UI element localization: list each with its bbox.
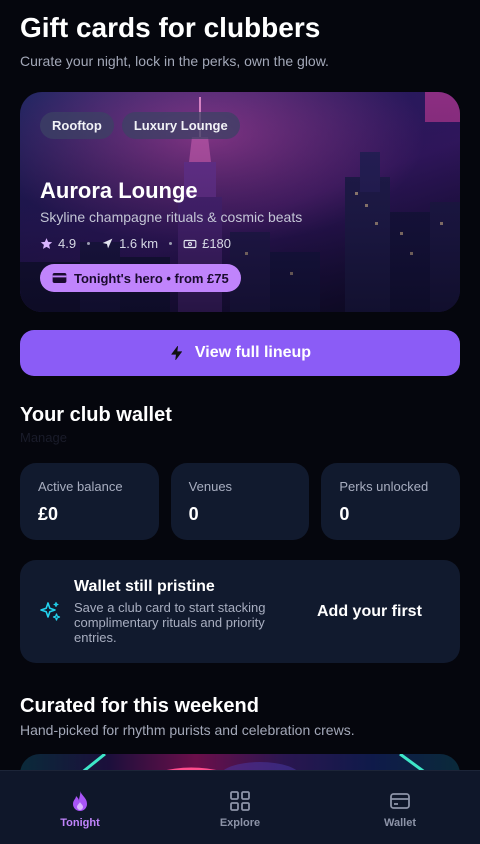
stat-value: £0	[38, 504, 59, 524]
tag-rooftop: Rooftop	[40, 112, 114, 139]
price-value: £180	[202, 236, 232, 251]
venue-tags: Rooftop Luxury Lounge	[40, 112, 240, 139]
header: Gift cards for clubbers Curate your nigh…	[20, 12, 460, 69]
curated-section-title: Curated for this weekend	[20, 695, 259, 717]
separator-dot	[169, 242, 173, 245]
card-icon	[52, 273, 67, 283]
empty-description: Save a club card to start stacking compl…	[74, 600, 266, 645]
venue-name: Aurora Lounge	[40, 178, 198, 203]
venues-card: Venues 0	[170, 463, 310, 540]
distance-value: 1.6 km	[119, 236, 159, 251]
stat-value: 0	[188, 504, 199, 524]
wallet-section-title: Your club wallet	[20, 404, 172, 426]
stat-value: 0	[339, 504, 350, 524]
wallet-icon	[390, 793, 410, 809]
tonights-hero-pill[interactable]: Tonight's hero • from £75	[40, 264, 241, 292]
page-title: Gift cards for clubbers	[20, 12, 321, 43]
flame-icon	[73, 791, 87, 811]
grid-icon	[230, 791, 250, 811]
tab-wallet[interactable]: Wallet	[320, 771, 480, 844]
navigation-arrow-icon	[102, 238, 113, 249]
rating-stat: 4.9	[40, 236, 76, 251]
stat-label: Venues	[188, 479, 233, 494]
tab-label: Explore	[219, 817, 261, 829]
empty-wallet-card: Wallet still pristine Save a club card t…	[20, 560, 460, 663]
view-full-lineup-button[interactable]: View full lineup	[20, 330, 460, 376]
banknote-icon	[183, 239, 197, 248]
distance-stat: 1.6 km	[101, 236, 158, 251]
star-icon	[40, 238, 53, 249]
wallet-stats: Active balance £0 Venues 0 Perks unlocke…	[20, 463, 461, 540]
rating-value: 4.9	[58, 236, 77, 251]
featured-venue-card[interactable]: Rooftop Luxury Lounge Aurora Lounge Skyl…	[20, 92, 460, 312]
tab-label: Tonight	[60, 817, 100, 829]
empty-title: Wallet still pristine	[74, 578, 215, 595]
bottom-tab-bar: Tonight Explore Wallet	[0, 770, 480, 844]
perks-unlocked-card: Perks unlocked 0	[321, 463, 461, 540]
venue-tagline: Skyline champagne rituals & cosmic beats	[40, 209, 303, 225]
curated-subtitle: Hand-picked for rhythm purists and celeb…	[20, 722, 355, 738]
venue-stats: 4.9 1.6 km £180	[40, 236, 231, 251]
active-balance-card: Active balance £0	[20, 463, 159, 540]
add-first-button[interactable]: Add your first	[317, 603, 422, 621]
cta-label: View full lineup	[194, 344, 312, 361]
price-stat: £180	[183, 236, 231, 251]
sparkles-icon	[40, 601, 61, 621]
stat-label: Active balance	[38, 479, 123, 494]
tab-explore[interactable]: Explore	[160, 771, 320, 844]
separator-dot	[87, 242, 91, 245]
tab-label: Wallet	[384, 817, 416, 829]
lightning-icon	[171, 346, 182, 360]
wallet-manage-link[interactable]: Manage	[20, 430, 67, 445]
tab-tonight[interactable]: Tonight	[0, 771, 160, 844]
page-subtitle: Curate your night, lock in the perks, ow…	[20, 53, 329, 69]
stat-label: Perks unlocked	[339, 479, 429, 494]
pill-label: Tonight's hero • from £75	[74, 270, 229, 286]
tag-luxury-lounge: Luxury Lounge	[121, 112, 240, 139]
